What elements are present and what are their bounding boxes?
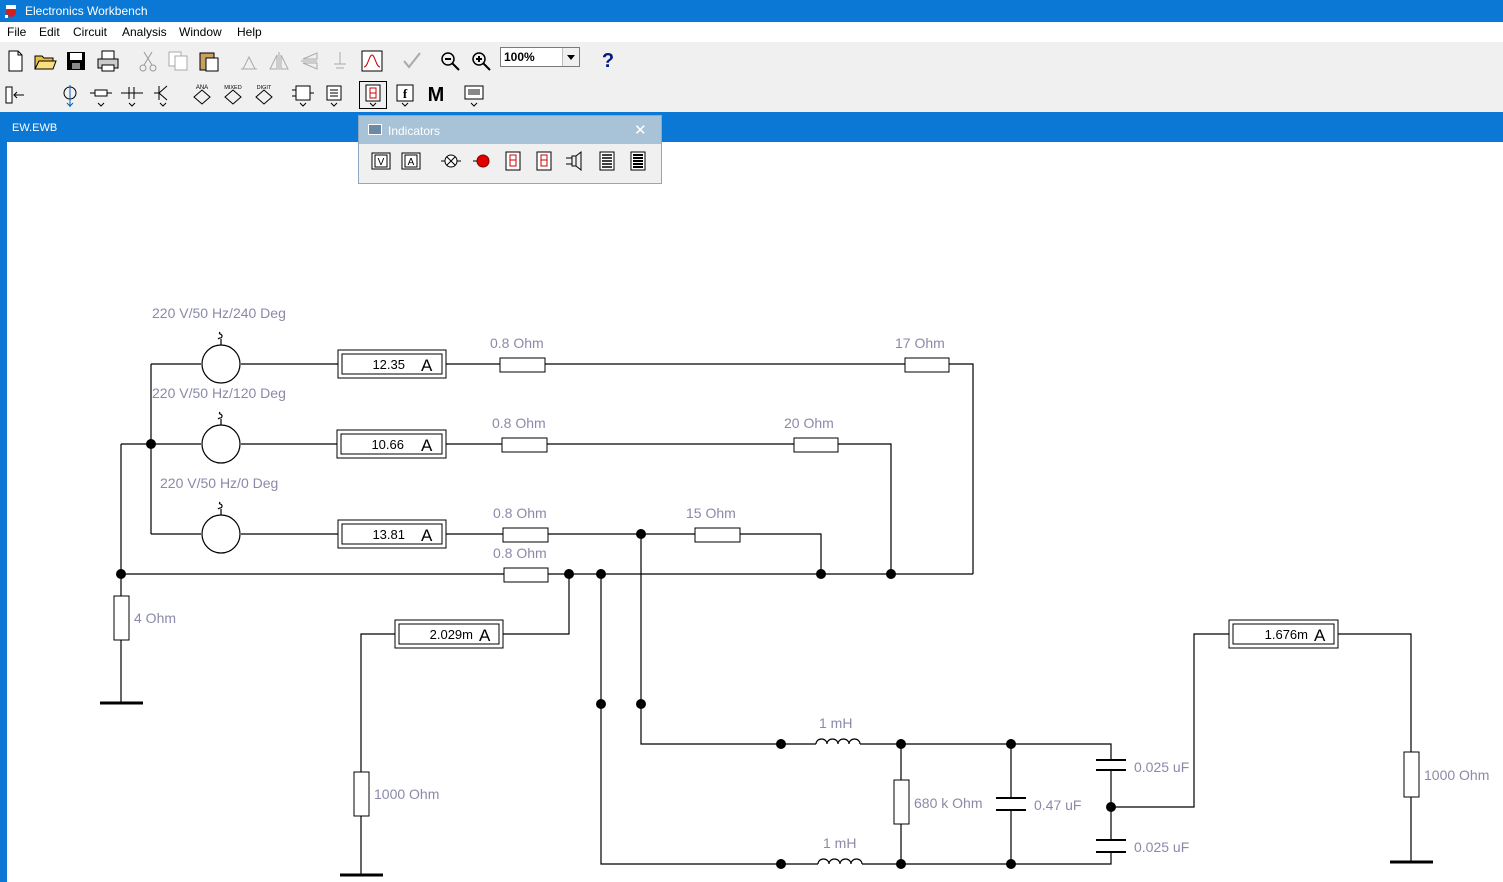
ammeter-1-unit: A	[421, 356, 433, 375]
bargraph-icon	[599, 151, 615, 171]
capacitor-3-label: 0.025 uF	[1134, 839, 1189, 855]
ammeter-2-unit: A	[421, 436, 433, 455]
resistor-6[interactable]	[694, 527, 741, 543]
palette-title: Indicators	[388, 124, 441, 138]
circuit-canvas[interactable]: 12.35 A 10.66 A 13.81 A 2.029m A 1.676m …	[0, 0, 1503, 882]
ammeter-icon: A	[401, 152, 421, 170]
ammeter-2-reading: 10.66	[371, 437, 404, 452]
source-3-label: 220 V/50 Hz/0 Deg	[160, 475, 278, 491]
inductor-1[interactable]	[815, 738, 861, 745]
resistor-10-label: 680 k Ohm	[914, 795, 982, 811]
resistor-2-label: 17 Ohm	[895, 335, 945, 351]
capacitor-1[interactable]	[996, 797, 1026, 811]
ammeter-4-unit: A	[479, 626, 491, 645]
ammeter-4-reading: 2.029m	[430, 627, 473, 642]
ammeter-2[interactable]: 10.66 A	[336, 429, 447, 459]
resistor-5[interactable]	[502, 527, 549, 543]
ac-source-2[interactable]	[201, 424, 241, 464]
ac-sources	[201, 331, 241, 554]
resistor-6-label: 15 Ohm	[686, 505, 736, 521]
resistor-9[interactable]	[353, 771, 370, 817]
buzzer-button[interactable]	[561, 147, 589, 175]
voltmeter-icon: V	[371, 152, 391, 170]
indicators-palette: Indicators ✕ V A	[358, 115, 662, 184]
source-1-label: 220 V/50 Hz/240 Deg	[152, 305, 286, 321]
palette-window-icon	[368, 124, 382, 135]
decoded-bargraph-icon	[630, 151, 646, 171]
close-icon[interactable]: ✕	[634, 121, 647, 139]
bulb-button[interactable]	[437, 147, 465, 175]
component-labels: 220 V/50 Hz/240 Deg 220 V/50 Hz/120 Deg …	[134, 305, 1489, 855]
ammeter-3-reading: 13.81	[372, 527, 405, 542]
resistor-3-label: 0.8 Ohm	[492, 415, 546, 431]
svg-text:V: V	[378, 157, 385, 168]
resistor-4[interactable]	[793, 437, 839, 453]
seven-segment-button[interactable]	[499, 147, 527, 175]
bulb-icon	[441, 154, 461, 168]
seven-segment-icon	[505, 151, 521, 171]
source-2-label: 220 V/50 Hz/120 Deg	[152, 385, 286, 401]
decoded-display-button[interactable]	[530, 147, 558, 175]
resistor-8[interactable]	[113, 595, 130, 641]
bargraph-button[interactable]	[593, 147, 621, 175]
voltmeter-button[interactable]: V	[367, 147, 395, 175]
palette-titlebar[interactable]: Indicators ✕	[359, 116, 661, 144]
svg-text:A: A	[408, 157, 415, 168]
resistor-1-label: 0.8 Ohm	[490, 335, 544, 351]
resistor-1[interactable]	[499, 357, 546, 373]
resistor-9-label: 1000 Ohm	[374, 786, 439, 802]
ammeter-3-unit: A	[421, 526, 433, 545]
ammeter-4[interactable]: 2.029m A	[394, 619, 504, 649]
resistor-4-label: 20 Ohm	[784, 415, 834, 431]
resistor-3[interactable]	[501, 437, 548, 453]
inductor-1-label: 1 mH	[819, 715, 852, 731]
resistor-11[interactable]	[1403, 751, 1420, 798]
inductor-2-label: 1 mH	[823, 835, 856, 851]
resistor-11-label: 1000 Ohm	[1424, 767, 1489, 783]
ammeter-3[interactable]: 13.81 A	[337, 519, 447, 549]
ac-source-3[interactable]	[201, 514, 241, 554]
ammeter-5-reading: 1.676m	[1265, 627, 1308, 642]
ammeter-1-reading: 12.35	[372, 357, 405, 372]
wires	[120, 363, 1412, 875]
capacitor-1-label: 0.47 uF	[1034, 797, 1081, 813]
ammeter-button[interactable]: A	[397, 147, 425, 175]
capacitor-3[interactable]	[1096, 839, 1126, 853]
probe-button[interactable]	[469, 147, 497, 175]
ammeters: 12.35 A 10.66 A 13.81 A 2.029m A 1.676m …	[336, 349, 1339, 649]
resistor-8-label: 4 Ohm	[134, 610, 176, 626]
buzzer-icon	[566, 150, 582, 172]
decoded-display-icon	[536, 151, 552, 171]
ac-source-1[interactable]	[201, 344, 241, 384]
resistor-7[interactable]	[503, 567, 549, 583]
ammeter-5-unit: A	[1314, 626, 1326, 645]
ammeter-5[interactable]: 1.676m A	[1228, 619, 1339, 649]
resistor-5-label: 0.8 Ohm	[493, 505, 547, 521]
red-probe-icon	[473, 154, 490, 168]
inductor-2[interactable]	[817, 858, 863, 865]
resistor-7-label: 0.8 Ohm	[493, 545, 547, 561]
capacitor-2[interactable]	[1096, 759, 1126, 771]
resistor-10[interactable]	[893, 779, 910, 825]
decoded-bargraph-button[interactable]	[624, 147, 652, 175]
ground-symbols	[100, 701, 1433, 877]
capacitor-2-label: 0.025 uF	[1134, 759, 1189, 775]
ammeter-1[interactable]: 12.35 A	[337, 349, 447, 379]
resistors	[113, 357, 1420, 825]
resistor-2[interactable]	[904, 357, 950, 373]
